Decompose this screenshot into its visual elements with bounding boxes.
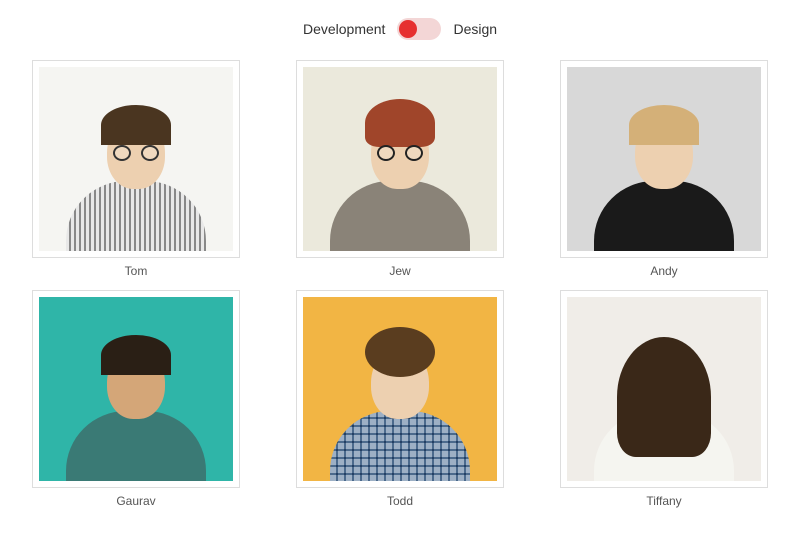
toggle-knob bbox=[399, 20, 417, 38]
photo-frame bbox=[296, 60, 504, 258]
team-name: Gaurav bbox=[116, 494, 155, 508]
category-toggle-section: Development Design bbox=[0, 0, 800, 60]
team-name: Jew bbox=[389, 264, 410, 278]
team-name: Tiffany bbox=[646, 494, 681, 508]
toggle-label-right: Design bbox=[453, 21, 497, 37]
team-name: Andy bbox=[650, 264, 677, 278]
category-toggle[interactable] bbox=[397, 18, 441, 40]
team-name: Todd bbox=[387, 494, 413, 508]
team-card: Andy bbox=[552, 60, 776, 278]
team-card: Jew bbox=[288, 60, 512, 278]
photo-frame bbox=[296, 290, 504, 488]
toggle-label-left: Development bbox=[303, 21, 386, 37]
team-photo-todd bbox=[303, 297, 497, 481]
team-photo-andy bbox=[567, 67, 761, 251]
team-photo-tom bbox=[39, 67, 233, 251]
team-card: Todd bbox=[288, 290, 512, 508]
photo-frame bbox=[32, 290, 240, 488]
team-grid: Tom Jew bbox=[0, 60, 800, 508]
team-card: Tiffany bbox=[552, 290, 776, 508]
photo-frame bbox=[560, 60, 768, 258]
team-card: Gaurav bbox=[24, 290, 248, 508]
photo-frame bbox=[560, 290, 768, 488]
team-card: Tom bbox=[24, 60, 248, 278]
team-photo-jew bbox=[303, 67, 497, 251]
team-name: Tom bbox=[125, 264, 148, 278]
team-photo-gaurav bbox=[39, 297, 233, 481]
team-photo-tiffany bbox=[567, 297, 761, 481]
photo-frame bbox=[32, 60, 240, 258]
